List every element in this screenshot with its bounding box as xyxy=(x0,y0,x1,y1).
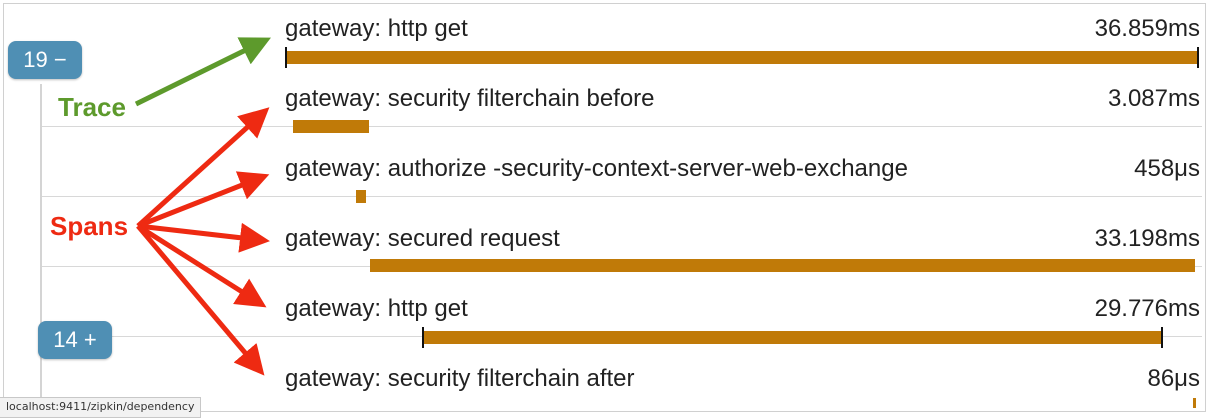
span-duration-bar xyxy=(356,190,366,203)
span-name: gateway: http get xyxy=(285,295,468,322)
span-name: gateway: security filterchain before xyxy=(285,85,655,112)
row-divider xyxy=(42,126,1202,127)
expand-children-button[interactable]: 14 + xyxy=(38,321,112,359)
collapse-children-button[interactable]: 19 − xyxy=(8,41,82,79)
trace-view-panel xyxy=(3,3,1206,412)
spans-annotation: Spans xyxy=(50,211,129,241)
span-end-tick xyxy=(1197,47,1199,68)
span-duration-bar xyxy=(424,331,1162,344)
span-name: gateway: security filterchain after xyxy=(285,365,635,392)
span-duration: 36.859ms xyxy=(1094,15,1200,42)
span-name: gateway: secured request xyxy=(285,225,560,252)
trace-annotation: Trace xyxy=(58,92,126,122)
span-duration-bar xyxy=(370,259,1195,272)
span-end-tick xyxy=(1161,327,1163,348)
span-name: gateway: authorize -security-context-ser… xyxy=(285,155,908,182)
status-bar-url: localhost:9411/zipkin/dependency xyxy=(0,397,202,418)
span-duration: 458μs xyxy=(1134,155,1200,182)
span-name: gateway: http get xyxy=(285,15,468,42)
span-duration-bar xyxy=(293,120,369,133)
span-duration: 29.776ms xyxy=(1094,295,1200,322)
span-duration: 33.198ms xyxy=(1094,225,1200,252)
span-duration: 86μs xyxy=(1147,365,1200,392)
span-duration-bar xyxy=(287,51,1198,64)
row-divider xyxy=(42,196,1202,197)
span-duration-bar xyxy=(1193,398,1196,408)
span-duration: 3.087ms xyxy=(1107,85,1200,112)
